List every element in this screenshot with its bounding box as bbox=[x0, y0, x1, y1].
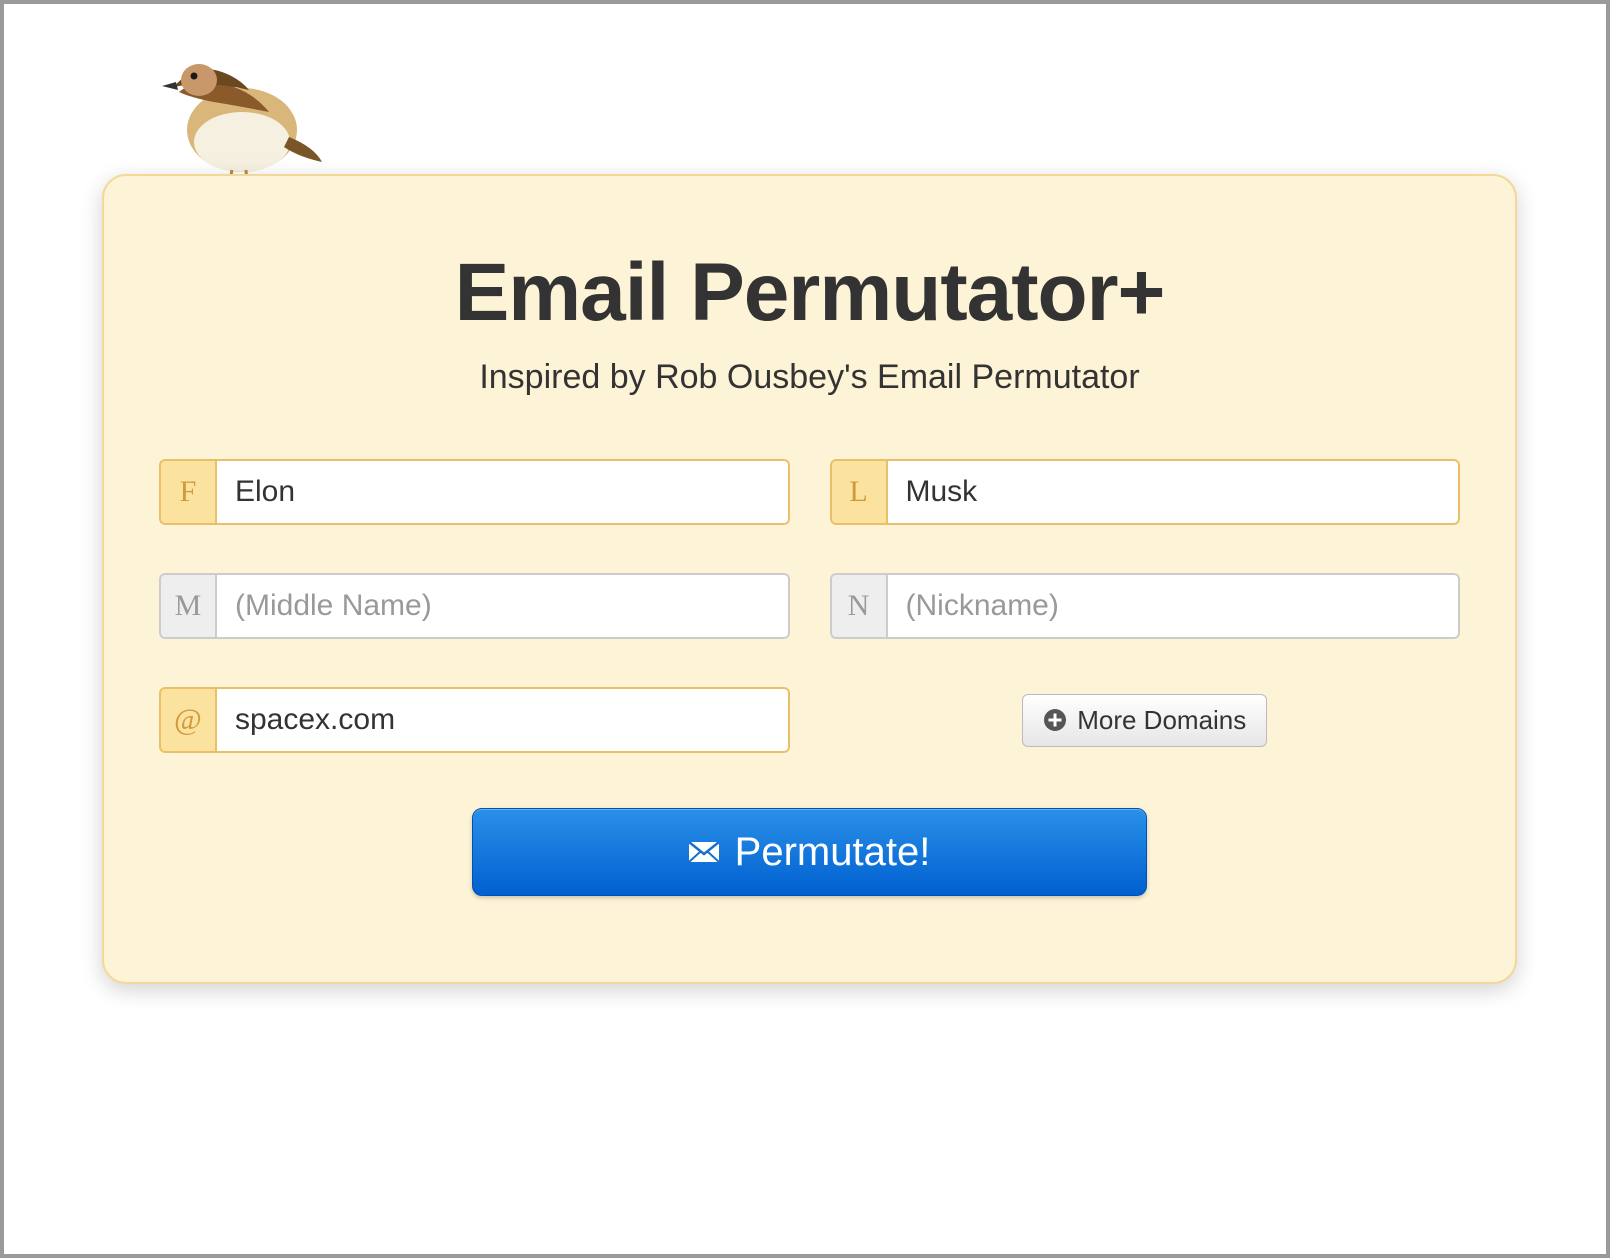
first-name-field: F bbox=[159, 459, 790, 525]
plus-circle-icon bbox=[1043, 708, 1067, 732]
nickname-field: N bbox=[830, 573, 1461, 639]
more-domains-button[interactable]: More Domains bbox=[1022, 694, 1267, 747]
page-title: Email Permutator+ bbox=[159, 246, 1460, 340]
form-card: Email Permutator+ Inspired by Rob Ousbey… bbox=[102, 174, 1517, 984]
permutate-label: Permutate! bbox=[735, 830, 931, 875]
last-name-input[interactable] bbox=[886, 459, 1461, 525]
nickname-input[interactable] bbox=[886, 573, 1461, 639]
domain-input[interactable] bbox=[215, 687, 790, 753]
middle-name-prefix: M bbox=[159, 573, 215, 639]
nickname-prefix: N bbox=[830, 573, 886, 639]
first-name-prefix: F bbox=[159, 459, 215, 525]
page-subtitle: Inspired by Rob Ousbey's Email Permutato… bbox=[159, 358, 1460, 397]
last-name-field: L bbox=[830, 459, 1461, 525]
domain-field: @ bbox=[159, 687, 790, 753]
more-domains-col: More Domains bbox=[830, 694, 1461, 747]
name-row-2: M N bbox=[159, 573, 1460, 639]
domain-row: @ More Domains bbox=[159, 687, 1460, 753]
mail-icon bbox=[689, 842, 719, 862]
domain-prefix: @ bbox=[159, 687, 215, 753]
middle-name-field: M bbox=[159, 573, 790, 639]
middle-name-input[interactable] bbox=[215, 573, 790, 639]
permutate-button[interactable]: Permutate! bbox=[472, 808, 1147, 896]
more-domains-label: More Domains bbox=[1077, 705, 1246, 736]
name-row-1: F L bbox=[159, 459, 1460, 525]
last-name-prefix: L bbox=[830, 459, 886, 525]
first-name-input[interactable] bbox=[215, 459, 790, 525]
